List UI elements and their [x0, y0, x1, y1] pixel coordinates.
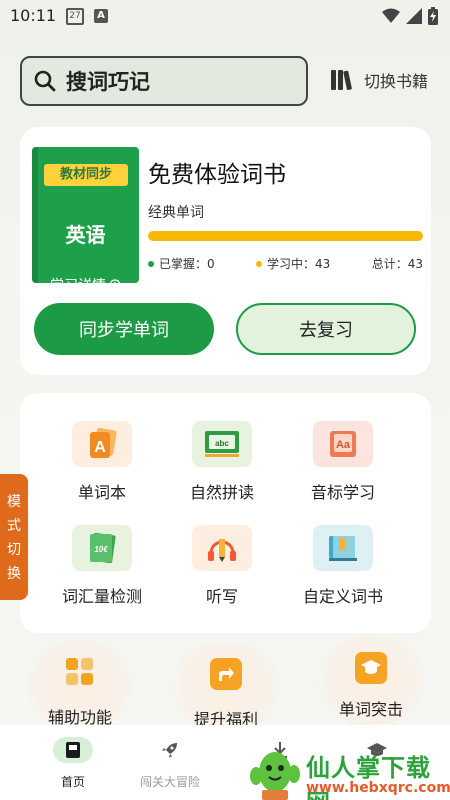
tool-assist[interactable]: 辅助功能	[20, 640, 140, 730]
letter-a-card-icon: A	[72, 421, 132, 467]
feature-custom-book[interactable]: 自定义词书	[283, 525, 403, 607]
book-spine	[32, 147, 38, 283]
tool-word-blitz[interactable]: 单词突击	[311, 636, 431, 726]
svg-text:A: A	[94, 439, 106, 456]
progress-bar	[148, 231, 423, 241]
feature-wordbook[interactable]: A 单词本	[42, 421, 162, 503]
watermark-url: www.hebxqrc.com	[306, 780, 450, 796]
books-icon	[331, 70, 352, 91]
aa-card-icon: Aa	[313, 421, 373, 467]
notification-a-icon: A	[94, 9, 108, 23]
sync-study-button[interactable]: 同步学单词	[34, 303, 214, 355]
stat-mastered: 已掌握：0	[148, 255, 215, 272]
book-title: 免费体验词书	[148, 162, 286, 188]
calendar-icon: 27	[66, 8, 84, 25]
feature-label: 听写	[205, 587, 238, 606]
cactus-logo-icon	[250, 752, 300, 800]
graduation-cap-icon	[355, 652, 387, 684]
mode-switch-char: 切	[7, 542, 21, 558]
abc-board-icon: abc	[192, 421, 252, 467]
feature-label: 自然拼读	[189, 483, 254, 502]
tool-benefits[interactable]: 提升福利	[166, 642, 286, 732]
feature-label: 词汇量检测	[61, 587, 142, 606]
pencil-headphones-icon	[192, 525, 252, 571]
rocket-icon	[150, 737, 190, 763]
status-bar: 10:11 27 A	[0, 0, 450, 32]
feature-dictation[interactable]: 听写	[162, 525, 282, 607]
feature-vocab-test[interactable]: 10€ 词汇量检测	[42, 525, 162, 607]
stat-total: 总计：43	[372, 255, 423, 272]
switch-book-button[interactable]: 切换书籍	[330, 68, 428, 92]
svg-text:Aa: Aa	[336, 439, 351, 451]
search-input[interactable]: 搜词巧记	[20, 56, 308, 106]
feature-phonetics[interactable]: Aa 音标学习	[283, 421, 403, 503]
feature-phonics[interactable]: abc 自然拼读	[162, 421, 282, 503]
book-badge: 教材同步	[44, 164, 128, 186]
feature-label: 自定义词书	[302, 587, 383, 606]
tools-row: 辅助功能 提升福利 单词突击	[20, 636, 431, 732]
feature-label: 单词本	[77, 483, 126, 502]
book-icon	[53, 737, 93, 763]
study-detail-link[interactable]: 学习详情	[32, 275, 139, 295]
mode-switch-tab[interactable]: 模 式 切 换	[0, 474, 28, 600]
battery-icon	[428, 7, 438, 25]
review-button[interactable]: 去复习	[236, 303, 416, 355]
nav-adventure[interactable]: 闯关大冒险	[125, 737, 215, 790]
tool-bg: 单词突击	[313, 636, 429, 726]
search-placeholder: 搜词巧记	[66, 70, 150, 94]
nav-home[interactable]: 首页	[28, 737, 118, 790]
stat-learning: 学习中：43	[256, 255, 330, 272]
book-stats: 已掌握：0 学习中：43 总计：43	[148, 255, 423, 272]
search-icon	[34, 70, 56, 92]
book-cover[interactable]: 教材同步 英语 学习详情	[32, 147, 139, 294]
current-book-card: 教材同步 英语 学习详情 免费体验词书 经典单词 已掌握：0 学习中：43 总计…	[20, 127, 431, 375]
mode-switch-char: 换	[7, 566, 21, 582]
svg-text:abc: abc	[215, 439, 229, 448]
mode-switch-char: 模	[7, 494, 21, 510]
signal-icon	[406, 8, 422, 24]
grid-icon	[64, 656, 96, 688]
watermark: 仙人掌下载网 www.hebxqrc.com	[248, 748, 450, 800]
book-subtitle: 经典单词	[148, 205, 204, 221]
stat-learning-label: 学习中：43	[267, 257, 331, 271]
book-subject: 英语	[65, 223, 106, 247]
study-detail-label: 学习详情	[50, 278, 106, 294]
tool-bg: 提升福利	[168, 642, 284, 732]
feature-grid: A 单词本 abc 自然拼读 Aa 音标学习 10€ 词汇量检测 听写 自定义词…	[20, 393, 431, 633]
nav-label: 闯关大冒险	[139, 775, 200, 789]
tool-bg: 辅助功能	[22, 640, 138, 730]
share-icon	[210, 658, 242, 690]
feature-label: 音标学习	[310, 483, 375, 502]
test-book-icon: 10€	[72, 525, 132, 571]
stat-dot	[256, 260, 263, 267]
tool-label: 单词突击	[338, 700, 403, 719]
status-time: 10:11	[10, 6, 57, 25]
status-indicators	[382, 7, 438, 25]
clock-icon	[109, 279, 121, 291]
stat-mastered-label: 已掌握：0	[159, 257, 215, 271]
open-book-icon	[313, 525, 373, 571]
svg-text:10€: 10€	[94, 545, 108, 554]
stat-total-label: 总计：43	[371, 257, 423, 271]
mode-switch-char: 式	[7, 518, 21, 534]
switch-book-label: 切换书籍	[364, 72, 429, 91]
nav-label: 首页	[60, 775, 85, 789]
stat-dot	[148, 260, 154, 267]
wifi-icon	[382, 8, 400, 23]
